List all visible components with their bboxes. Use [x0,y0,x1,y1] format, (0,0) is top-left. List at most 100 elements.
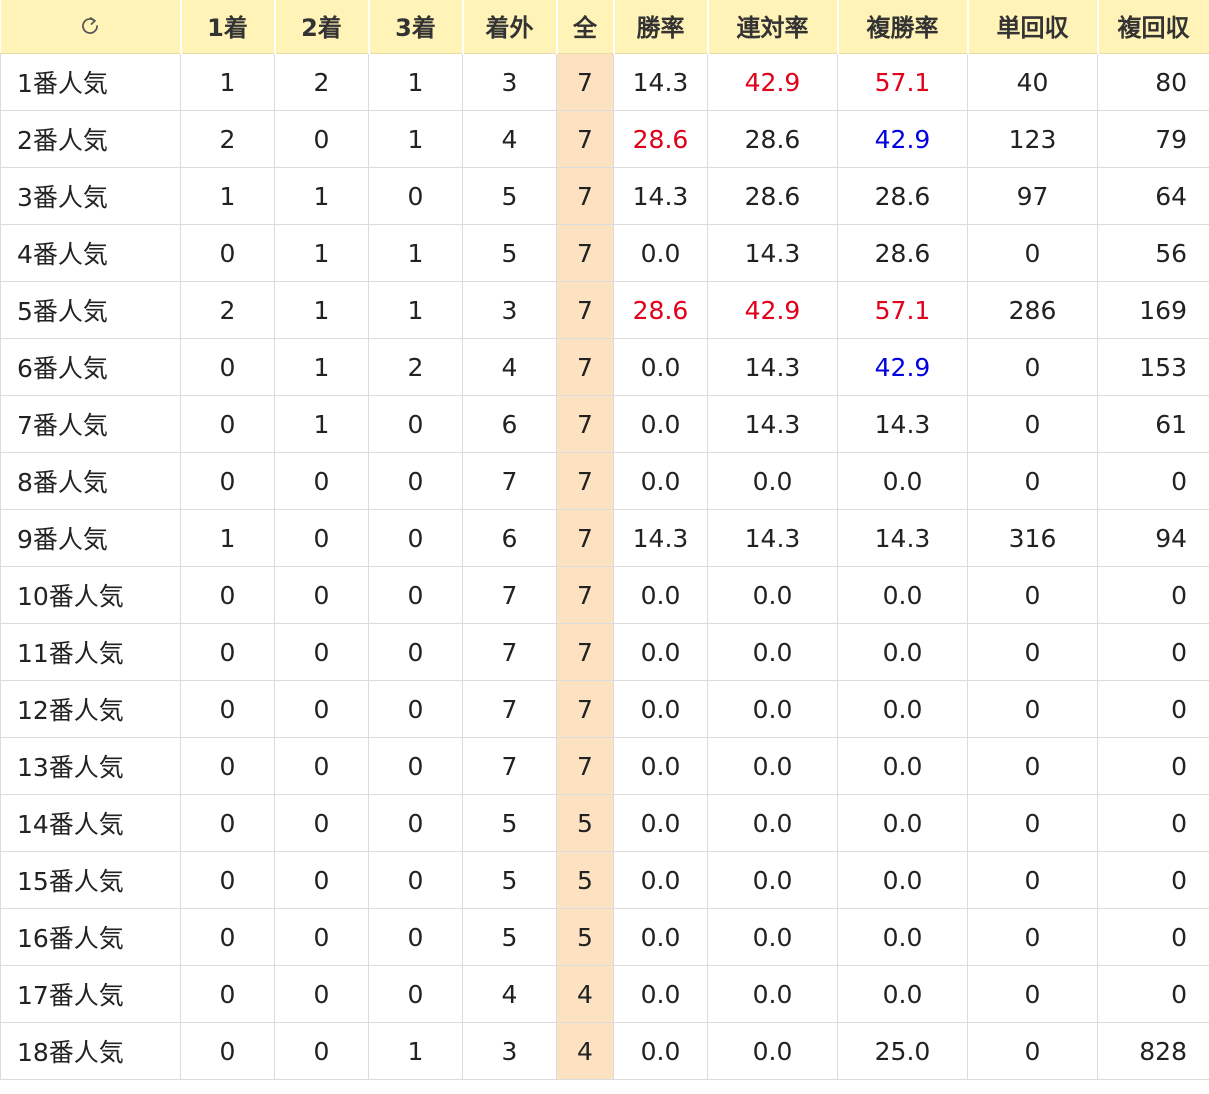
table-cell: 28.6 [707,110,838,168]
column-header-2[interactable]: 2着 [273,0,370,54]
header-row: 1着 2着 3着 着外全勝率 連対率 複勝率 単回収 複回収 [0,0,1209,54]
table-cell: 42.9 [707,281,838,339]
table-row: 18番人気 0 0 1 3 4 0.0 0.0 25.0 0 828 [0,1022,1209,1080]
table-cell: 2 [274,53,369,111]
table-cell: 0 [180,908,275,966]
row-label: 14番人気 [0,794,181,852]
column-header-9[interactable]: 単回収 [966,0,1099,54]
table-cell: 0 [1097,851,1209,909]
table-cell: 0 [967,566,1098,624]
table-cell: 5 [462,908,557,966]
row-label: 1番人気 [0,53,181,111]
table-cell: 0 [368,566,463,624]
table-row: 11番人気 0 0 0 7 7 0.0 0.0 0.0 0 0 [0,623,1209,681]
table-cell: 0 [180,338,275,396]
table-row: 16番人気 0 0 0 5 5 0.0 0.0 0.0 0 0 [0,908,1209,966]
table-cell: 0.0 [707,623,838,681]
table-cell: 4 [462,110,557,168]
table-cell: 0.0 [613,851,708,909]
row-label: 5番人気 [0,281,181,339]
table-cell: 5 [462,851,557,909]
table-cell: 42.9 [837,110,968,168]
table-cell: 56 [1097,224,1209,282]
table-cell: 0 [967,395,1098,453]
table-cell: 7 [462,452,557,510]
table-cell: 0.0 [707,680,838,738]
table-cell: 0 [274,794,369,852]
table-cell: 0 [180,566,275,624]
table-cell: 0 [368,167,463,225]
table-cell: 0 [180,737,275,795]
table-cell: 14.3 [613,53,708,111]
column-header-5[interactable]: 全 [555,0,615,54]
table-cell: 7 [556,623,614,681]
table-cell: 5 [462,224,557,282]
table-cell: 97 [967,167,1098,225]
table-cell: 0 [368,680,463,738]
refresh-header-cell[interactable] [0,0,182,54]
table-cell: 1 [368,224,463,282]
popularity-stats-table: 1着 2着 3着 着外全勝率 連対率 複勝率 単回収 複回収 1番人気 1 2 1 3 7 14.3 42.… [0,0,1209,1080]
table-row: 8番人気 0 0 0 7 7 0.0 0.0 0.0 0 0 [0,452,1209,510]
table-cell: 0.0 [837,851,968,909]
row-label: 8番人気 [0,452,181,510]
table-cell: 4 [556,965,614,1023]
table-row: 6番人気 0 1 2 4 7 0.0 14.3 42.9 0 153 [0,338,1209,396]
row-label: 2番人気 [0,110,181,168]
table-cell: 57.1 [837,53,968,111]
table-cell: 7 [556,509,614,567]
table-cell: 0 [368,908,463,966]
column-header-7[interactable]: 連対率 [706,0,839,54]
table-cell: 6 [462,509,557,567]
column-header-10[interactable]: 複回収 [1096,0,1209,54]
table-cell: 0 [274,680,369,738]
column-header-4[interactable]: 着外 [461,0,558,54]
table-cell: 7 [556,110,614,168]
table-cell: 0.0 [837,623,968,681]
table-cell: 42.9 [837,338,968,396]
table-cell: 0 [368,509,463,567]
table-cell: 2 [368,338,463,396]
column-header-3[interactable]: 3着 [367,0,464,54]
table-cell: 2 [180,110,275,168]
table-cell: 0.0 [613,623,708,681]
table-cell: 7 [462,566,557,624]
table-cell: 7 [556,452,614,510]
table-cell: 0.0 [707,794,838,852]
table-row: 1番人気 1 2 1 3 7 14.3 42.9 57.1 40 80 [0,53,1209,111]
table-cell: 25.0 [837,1022,968,1080]
table-cell: 0 [967,1022,1098,1080]
table-cell: 0 [368,395,463,453]
table-cell: 286 [967,281,1098,339]
table-cell: 1 [180,509,275,567]
table-cell: 3 [462,1022,557,1080]
table-cell: 5 [556,908,614,966]
table-cell: 0.0 [613,737,708,795]
table-cell: 0.0 [613,908,708,966]
table-cell: 0.0 [837,452,968,510]
column-header-6[interactable]: 勝率 [612,0,709,54]
table-cell: 7 [556,167,614,225]
row-label: 10番人気 [0,566,181,624]
table-cell: 0 [967,452,1098,510]
table-cell: 0.0 [837,794,968,852]
table-cell: 0 [180,395,275,453]
table-cell: 3 [462,281,557,339]
table-row: 17番人気 0 0 0 4 4 0.0 0.0 0.0 0 0 [0,965,1209,1023]
table-cell: 0.0 [613,965,708,1023]
table-cell: 0 [1097,452,1209,510]
table-cell: 0.0 [613,566,708,624]
table-cell: 7 [556,53,614,111]
table-cell: 1 [274,224,369,282]
row-label: 9番人気 [0,509,181,567]
table-cell: 0 [1097,680,1209,738]
column-header-1[interactable]: 1着 [179,0,276,54]
table-row: 15番人気 0 0 0 5 5 0.0 0.0 0.0 0 0 [0,851,1209,909]
table-cell: 0.0 [837,737,968,795]
row-label: 18番人気 [0,1022,181,1080]
column-header-8[interactable]: 複勝率 [836,0,969,54]
row-label: 13番人気 [0,737,181,795]
refresh-icon[interactable] [77,13,103,39]
table-cell: 0 [274,908,369,966]
table-cell: 0.0 [707,737,838,795]
